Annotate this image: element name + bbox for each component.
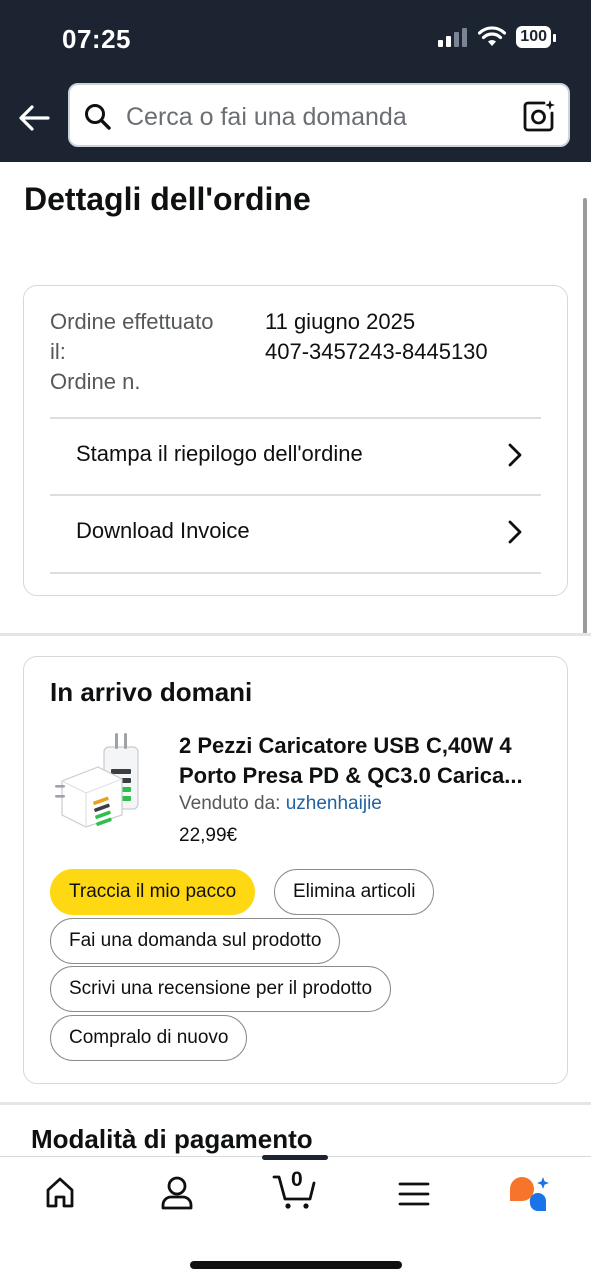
camera-search-icon[interactable] (522, 99, 556, 133)
write-review-button[interactable]: Scrivi una recensione per il prodotto (50, 966, 392, 1012)
scrollbar[interactable] (583, 198, 587, 634)
status-icons: 100 (438, 26, 556, 48)
chevron-right-icon (508, 443, 522, 467)
back-arrow-icon[interactable] (16, 100, 52, 136)
seller-link[interactable]: uzhenhaijie (286, 793, 382, 814)
battery-indicator: 100 (516, 26, 556, 48)
delete-items-button[interactable]: Elimina articoli (274, 869, 435, 915)
print-summary-row[interactable]: Stampa il riepilogo dell'ordine (50, 419, 541, 495)
order-date-label-line1: Ordine effettuato (50, 309, 214, 334)
order-number: 407-3457243-8445130 (265, 339, 488, 364)
download-invoice-row[interactable]: Download Invoice (50, 496, 541, 572)
menu-icon[interactable] (398, 1181, 430, 1207)
track-package-button[interactable]: Traccia il mio pacco (50, 869, 256, 915)
print-summary-label: Stampa il riepilogo dell'ordine (76, 441, 363, 466)
section-separator (0, 633, 591, 636)
download-invoice-label: Download Invoice (76, 518, 250, 543)
active-tab-indicator (262, 1155, 328, 1160)
bottom-nav: 0 (0, 1155, 591, 1281)
product-title[interactable]: 2 Pezzi Caricatore USB C,40W 4 Porto Pre… (179, 731, 549, 791)
order-number-label: Ordine n. (50, 369, 141, 394)
order-info-card: Ordine effettuato il: Ordine n. 11 giugn… (23, 285, 568, 596)
section-separator (0, 1102, 591, 1105)
seller-label: Venduto da: (179, 793, 281, 814)
cart-count: 0 (291, 1168, 303, 1191)
status-time: 07:25 (62, 24, 131, 54)
delivery-status: In arrivo domani (50, 677, 253, 707)
ask-question-button[interactable]: Fai una domanda sul prodotto (50, 918, 341, 964)
order-date: 11 giugno 2025 (265, 309, 416, 334)
home-indicator (190, 1261, 402, 1269)
search-input[interactable]: Cerca o fai una domanda (126, 103, 407, 132)
buy-again-button[interactable]: Compralo di nuovo (50, 1015, 248, 1061)
rufus-ai-icon[interactable] (508, 1175, 552, 1215)
product-image[interactable] (52, 729, 152, 829)
account-icon[interactable] (160, 1175, 194, 1211)
chevron-right-icon (508, 520, 522, 544)
wifi-icon (478, 26, 507, 46)
search-bar[interactable]: Cerca o fai una domanda (68, 83, 570, 147)
cart-button[interactable]: 0 (272, 1168, 318, 1211)
product-seller: Venduto da: uzhenhaijie (179, 793, 382, 815)
product-price: 22,99€ (179, 825, 238, 846)
page-title: Dettagli dell'ordine (24, 181, 311, 217)
payment-section-title: Modalità di pagamento (31, 1124, 313, 1154)
divider (50, 572, 541, 574)
signal-icon (438, 28, 468, 47)
order-date-label-line2: il: (50, 339, 66, 364)
shipment-card: In arrivo domani 2 Pezzi Caricatore USB … (23, 656, 568, 1084)
top-bar: 07:25 100 Cerca o fai una domanda (0, 0, 591, 162)
home-icon[interactable] (44, 1175, 76, 1211)
search-icon (85, 104, 111, 130)
